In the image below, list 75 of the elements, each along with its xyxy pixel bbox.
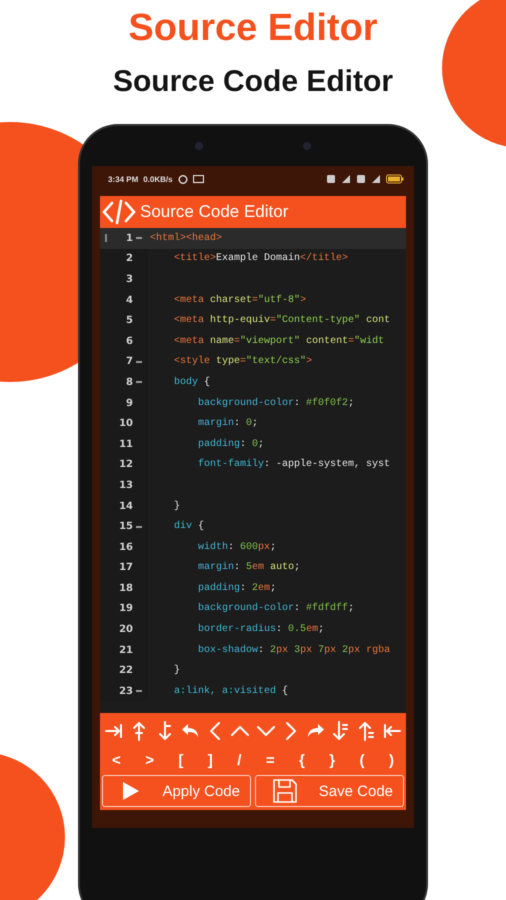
- code-line: <style type="text/css">: [173, 356, 312, 368]
- save-code-button[interactable]: Save Code: [255, 775, 404, 807]
- symbol-key[interactable]: >: [137, 752, 162, 768]
- line-marker-icon: [104, 233, 108, 243]
- line-number: 21: [119, 644, 133, 656]
- code-line: <meta name="viewport" content="widt: [173, 336, 384, 347]
- promo-subtitle: Source Code Editor: [112, 64, 394, 100]
- symbol-key[interactable]: }: [321, 752, 344, 768]
- signal-icon: [341, 174, 351, 184]
- code-line: box-shadow: 2px 3px 7px 2px rgba: [197, 644, 390, 656]
- code-line: div {: [173, 521, 204, 532]
- code-line: body {: [173, 376, 210, 388]
- line-number: 22: [119, 665, 133, 676]
- line-number: 14: [119, 500, 133, 512]
- save-icon: [272, 778, 298, 804]
- line-number: 11: [119, 438, 133, 450]
- code-line: width: 600px;: [197, 542, 276, 553]
- line-number: 7: [126, 356, 133, 368]
- symbol-key[interactable]: (: [352, 752, 373, 768]
- line-number: 13: [119, 480, 133, 491]
- code-editor[interactable]: [100, 228, 406, 713]
- code-line: padding: 0;: [197, 438, 264, 450]
- battery-icon: [386, 174, 404, 184]
- code-line: background-color: #f0f0f2;: [197, 398, 354, 409]
- code-line: a:link, a:visited {: [173, 686, 288, 697]
- code-line: margin: 5em auto;: [197, 562, 300, 574]
- line-number: 4: [126, 294, 133, 306]
- line-number: 2: [126, 253, 133, 264]
- code-line: <meta charset="utf-8">: [173, 294, 306, 306]
- alarm-icon: [178, 174, 188, 184]
- sim-icon: [356, 174, 366, 184]
- status-time: 3:34 PM: [108, 174, 138, 184]
- network-speed: 0.0KB/s: [143, 174, 173, 184]
- symbol-key[interactable]: ): [380, 752, 402, 768]
- line-number: 16: [119, 542, 133, 553]
- code-line: padding: 2em;: [197, 582, 276, 594]
- sensor-icon: [303, 142, 311, 150]
- app-title: Source Code Editor: [140, 202, 288, 222]
- line-number: 6: [126, 336, 133, 347]
- line-number: 1: [126, 232, 133, 244]
- code-line: }: [173, 665, 180, 676]
- code-line: <html><head>: [149, 232, 222, 244]
- line-number: 15: [119, 521, 133, 532]
- line-number: 19: [119, 603, 133, 614]
- line-number: 18: [119, 582, 133, 594]
- code-line: border-radius: 0.5em;: [197, 624, 324, 636]
- line-number: 23: [119, 686, 133, 697]
- line-number: 5: [126, 315, 133, 326]
- symbol-key[interactable]: ]: [200, 752, 221, 768]
- symbol-key[interactable]: /: [229, 752, 250, 768]
- symbol-key[interactable]: =: [258, 752, 283, 768]
- line-number: 9: [126, 398, 133, 409]
- line-number: 3: [126, 274, 133, 285]
- line-number: 20: [119, 624, 133, 636]
- message-icon: [192, 174, 204, 184]
- line-number: 10: [119, 418, 133, 430]
- symbol-key[interactable]: {: [291, 752, 313, 768]
- camera-icon: [195, 142, 203, 150]
- code-line: <meta http-equiv="Content-type" cont: [173, 315, 390, 326]
- line-number: 17: [119, 562, 133, 574]
- code-line: <title>Example Domain</title>: [173, 253, 348, 264]
- code-line: margin: 0;: [197, 418, 258, 430]
- symbol-key[interactable]: [: [170, 752, 192, 768]
- symbol-key[interactable]: <: [104, 752, 129, 768]
- code-icon: [102, 199, 136, 225]
- promo-title: Source Editor: [128, 6, 378, 50]
- signal-icon: [371, 174, 381, 184]
- up-arrow-icon: [356, 719, 377, 743]
- code-line: }: [173, 500, 180, 512]
- code-line: background-color: #fdfdff;: [197, 603, 354, 614]
- line-number: 12: [119, 459, 133, 470]
- sim-icon: [326, 174, 336, 184]
- apply-code-button[interactable]: Apply Code: [102, 775, 251, 807]
- code-line: font-family: -apple-system, syst: [197, 459, 390, 470]
- line-number: 8: [126, 376, 133, 388]
